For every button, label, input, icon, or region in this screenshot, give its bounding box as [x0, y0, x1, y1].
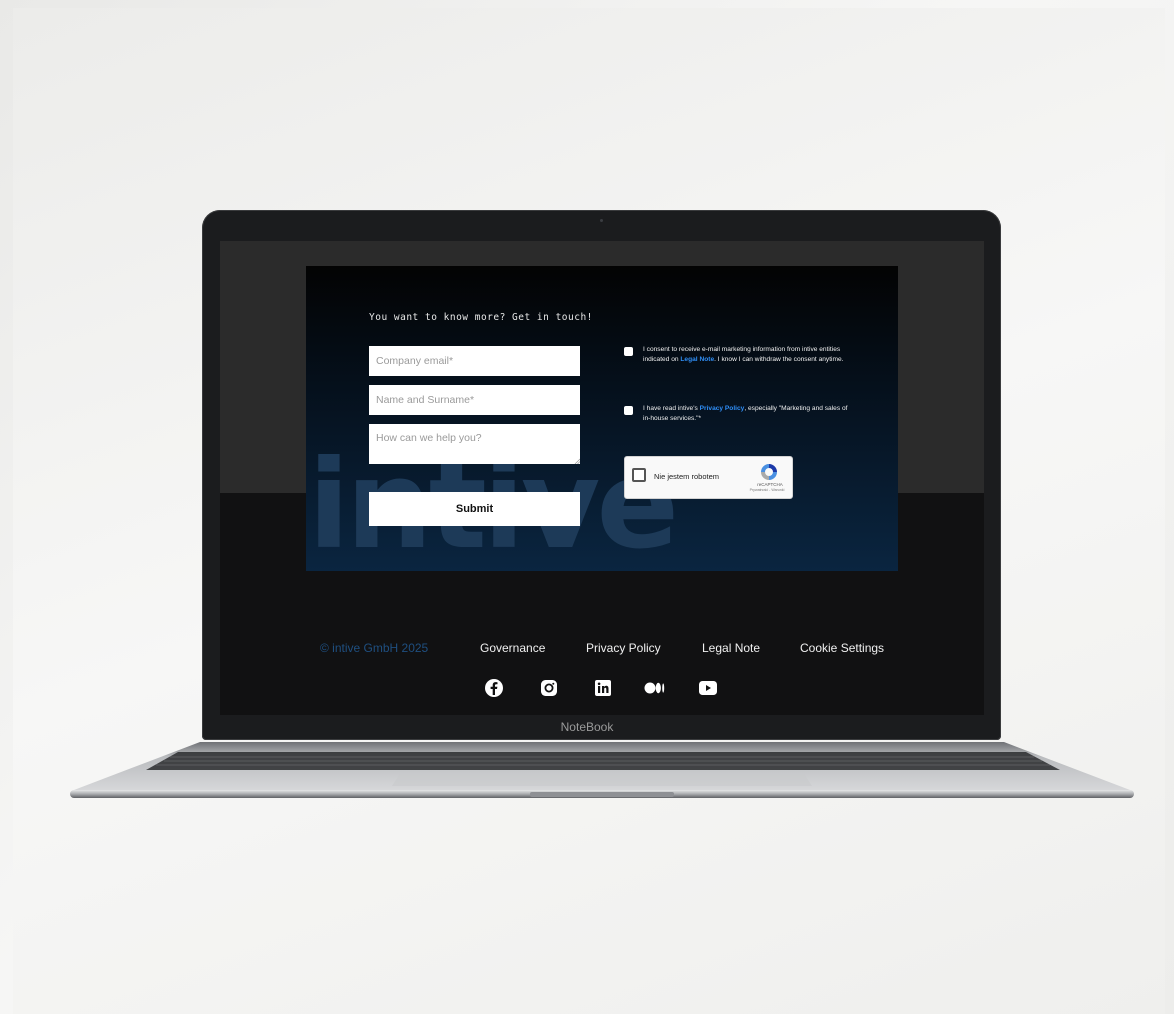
footer-link-governance[interactable]: Governance — [480, 641, 545, 655]
name-surname-input[interactable] — [369, 385, 580, 415]
footer-link-cookie-settings[interactable]: Cookie Settings — [800, 641, 884, 655]
footer-social-icons — [220, 677, 984, 699]
footer-link-legal-note[interactable]: Legal Note — [702, 641, 760, 655]
recaptcha-terms-link[interactable]: Prywatność - Warunki — [741, 488, 793, 492]
contact-form-panel: intive You want to know more? Get in tou… — [306, 266, 898, 571]
webcam — [600, 219, 603, 222]
textarea-resize-icon[interactable] — [574, 458, 580, 464]
youtube-icon[interactable] — [697, 677, 719, 699]
linkedin-icon[interactable] — [592, 677, 614, 699]
instagram-icon[interactable] — [538, 677, 560, 699]
footer-copyright: © intive GmbH 2025 — [320, 641, 429, 655]
help-message-textarea[interactable] — [369, 424, 580, 464]
form-heading: You want to know more? Get in touch! — [369, 312, 593, 323]
legal-note-link[interactable]: Legal Note — [680, 356, 714, 363]
submit-button[interactable]: Submit — [369, 492, 580, 526]
keyboard-deck-graphic — [70, 742, 1134, 798]
footer-links: © intive GmbH 2025 Governance Privacy Po… — [220, 641, 984, 655]
laptop-base — [70, 738, 1134, 802]
privacy-policy-link[interactable]: Privacy Policy — [700, 405, 745, 412]
recaptcha-brand: reCAPTCHA — [757, 482, 783, 487]
privacy-consent-text: I have read intive's Privacy Policy, esp… — [643, 405, 848, 422]
recaptcha-logo-icon — [761, 464, 777, 480]
device-model-label: NoteBook — [560, 720, 614, 734]
medium-icon[interactable] — [644, 677, 666, 699]
privacy-consent-row: I have read intive's Privacy Policy, esp… — [624, 404, 854, 423]
footer-link-privacy-policy[interactable]: Privacy Policy — [586, 641, 661, 655]
recaptcha-checkbox[interactable] — [632, 468, 646, 482]
facebook-icon[interactable] — [483, 677, 505, 699]
marketing-consent-row: I consent to receive e-mail marketing in… — [624, 345, 854, 364]
marketing-consent-checkbox[interactable] — [624, 347, 633, 356]
privacy-consent-checkbox[interactable] — [624, 406, 633, 415]
marketing-consent-text: I consent to receive e-mail marketing in… — [643, 346, 844, 363]
recaptcha-label: Nie jestem robotem — [654, 472, 720, 481]
recaptcha-widget: Nie jestem robotem reCAPTCHA Prywatność … — [624, 456, 793, 499]
laptop-screen: intive You want to know more? Get in tou… — [220, 241, 984, 715]
company-email-input[interactable] — [369, 346, 580, 376]
